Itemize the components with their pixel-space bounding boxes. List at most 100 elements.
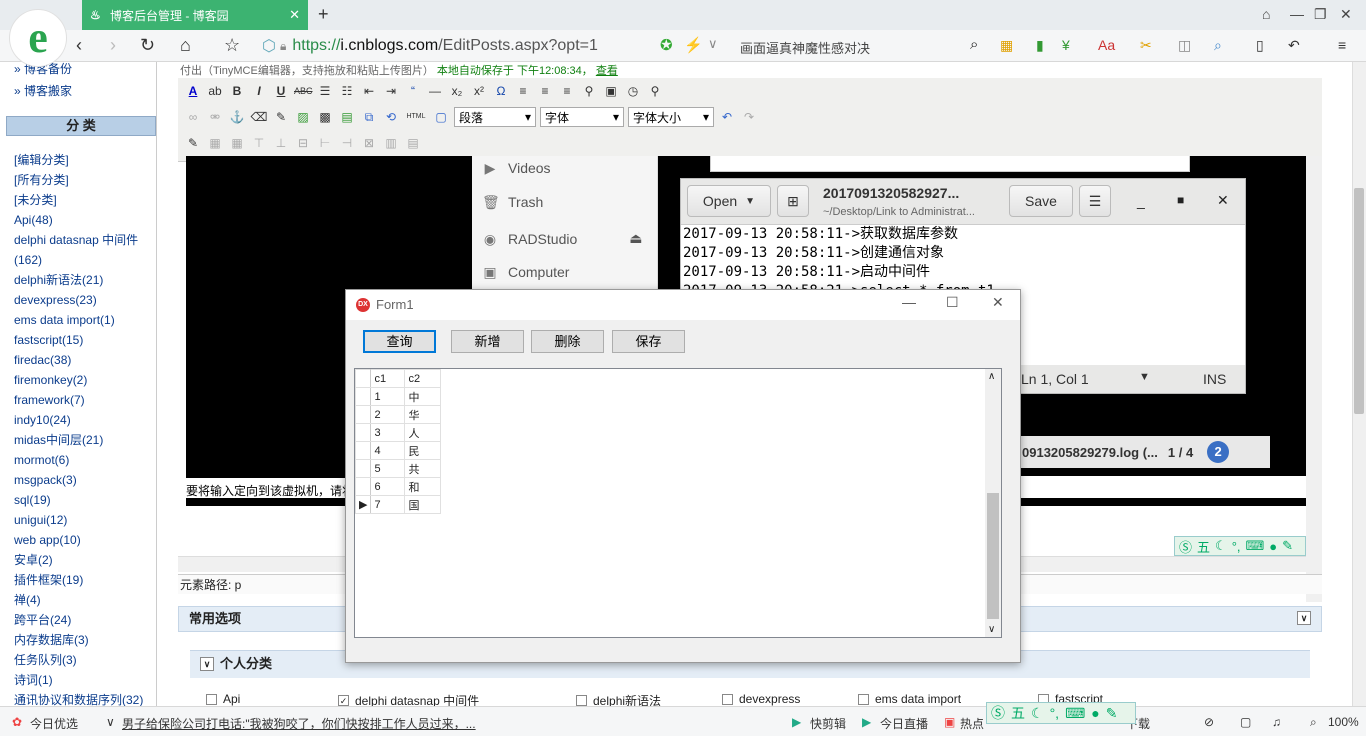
- eject-icon[interactable]: ⏏: [629, 230, 642, 247]
- delete-button[interactable]: 删除: [531, 330, 604, 353]
- bullet-list-icon[interactable]: ☰: [316, 82, 334, 100]
- grid-row[interactable]: 3人: [354, 423, 442, 442]
- apps-icon[interactable]: ▦: [1000, 37, 1013, 54]
- speed-icon[interactable]: ✪: [660, 36, 673, 54]
- edit-icon[interactable]: ✎: [184, 134, 202, 152]
- file-item-computer[interactable]: ▣ Computer: [482, 264, 569, 280]
- bookmark-star-icon[interactable]: ☆: [224, 35, 240, 56]
- table-icon[interactable]: ▦: [206, 134, 224, 152]
- grid-row[interactable]: ▶ 7 国: [354, 495, 442, 514]
- align-right-icon[interactable]: ≡: [558, 82, 576, 100]
- category-link[interactable]: 通讯协议和数据序列(32): [14, 690, 154, 706]
- log-file-tab[interactable]: 0913205829279.log (...: [1022, 445, 1158, 460]
- gedit-minimize-icon[interactable]: _: [1137, 193, 1145, 209]
- category-link[interactable]: framework(7): [14, 390, 154, 410]
- audio-icon[interactable]: ♫: [1272, 715, 1281, 729]
- gedit-maximize-icon[interactable]: ■: [1177, 193, 1184, 207]
- format-select[interactable]: 段落 ▾: [454, 107, 536, 127]
- grid-cell-c1[interactable]: 4: [370, 441, 406, 460]
- checkbox-icon[interactable]: [722, 693, 733, 705]
- cursor-position[interactable]: Ln 1, Col 1: [1021, 371, 1089, 387]
- grid-row[interactable]: 5共: [354, 459, 442, 478]
- close-window-icon[interactable]: ✕: [1340, 6, 1352, 23]
- horizontal-rule-icon[interactable]: —: [426, 82, 444, 100]
- new-tab-icon[interactable]: ⊞: [777, 185, 809, 217]
- outdent-icon[interactable]: ⇤: [360, 82, 378, 100]
- autosave-view-link[interactable]: 查看: [596, 65, 618, 77]
- col-before-icon[interactable]: ⊢: [316, 134, 334, 152]
- scroll-up-icon[interactable]: ∧: [988, 371, 995, 382]
- data-grid[interactable]: c1 c2 1 中 2 华 3 人 4 民 5 共 6 和 ▶ 7 国 ∧ ∨: [354, 368, 1002, 638]
- superscript-icon[interactable]: x²: [470, 82, 488, 100]
- home-icon[interactable]: ⌂: [180, 35, 191, 56]
- zoom-icon[interactable]: ⌕: [1310, 715, 1317, 730]
- checkbox-checked-icon[interactable]: ✓: [338, 695, 349, 706]
- grid-row[interactable]: 6和: [354, 477, 442, 496]
- table-props-icon[interactable]: ▦: [228, 134, 246, 152]
- category-link[interactable]: 任务队列(3): [14, 650, 154, 670]
- col-after-icon[interactable]: ⊣: [338, 134, 356, 152]
- unlink-icon[interactable]: ⚮: [206, 108, 224, 126]
- category-link[interactable]: sql(19): [14, 490, 154, 510]
- workspace-badge[interactable]: 2: [1207, 441, 1230, 463]
- grid-scroll-thumb[interactable]: [987, 493, 999, 619]
- category-link[interactable]: 诗词(1): [14, 670, 154, 690]
- category-link[interactable]: Api(48): [14, 210, 154, 230]
- category-link[interactable]: (162): [14, 250, 154, 270]
- tab-active[interactable]: ♨ 博客后台管理 - 博客园 ✕: [82, 0, 308, 30]
- checkbox-icon[interactable]: [576, 695, 587, 706]
- align-left-icon[interactable]: ≡: [514, 82, 532, 100]
- category-checkbox[interactable]: Api: [206, 692, 240, 706]
- clean-icon[interactable]: ⊘: [1204, 715, 1214, 729]
- grid-column-header[interactable]: c1: [370, 369, 406, 388]
- category-link[interactable]: 安卓(2): [14, 550, 154, 570]
- delete-row-icon[interactable]: ⊟: [294, 134, 312, 152]
- grid-cell-c1[interactable]: 5: [370, 459, 406, 478]
- new-tab-button[interactable]: +: [318, 4, 329, 25]
- save-record-button[interactable]: 保存: [612, 330, 685, 353]
- strikethrough-icon[interactable]: ABC: [294, 82, 313, 100]
- gamepad-icon[interactable]: ◫: [1178, 37, 1191, 54]
- minimize-icon[interactable]: —: [1290, 6, 1304, 22]
- file-item-videos[interactable]: ▶ Videos: [482, 160, 551, 176]
- grid-cell-c2[interactable]: 国: [404, 495, 442, 514]
- category-link[interactable]: 内存数据库(3): [14, 630, 154, 650]
- anchor-icon[interactable]: ⚓: [228, 108, 246, 126]
- editor-vscrollbar[interactable]: [1306, 156, 1322, 602]
- category-link[interactable]: midas中间层(21): [14, 430, 154, 450]
- highlight-icon[interactable]: ab: [206, 82, 224, 100]
- ime-toolbar[interactable]: Ⓢ 五 ☾ °, ⌨ ● ✎: [986, 702, 1136, 724]
- image-icon[interactable]: ▨: [294, 108, 312, 126]
- undo-edit-icon[interactable]: ↶: [718, 108, 736, 126]
- html-icon[interactable]: HTML: [404, 108, 428, 126]
- grid-cell-c1[interactable]: 7: [370, 495, 406, 514]
- translate-icon[interactable]: Aa: [1098, 37, 1115, 53]
- media-icon[interactable]: ▤: [338, 108, 356, 126]
- time-icon[interactable]: ◷: [624, 82, 642, 100]
- window-icon[interactable]: ▢: [1240, 715, 1251, 729]
- quick-clip[interactable]: 快剪辑: [810, 715, 846, 732]
- search-icon[interactable]: ⌕: [970, 36, 978, 53]
- delete-col-icon[interactable]: ⊠: [360, 134, 378, 152]
- grid-cell-c1[interactable]: 6: [370, 477, 406, 496]
- grid-cell-c2[interactable]: 中: [404, 387, 442, 406]
- category-link[interactable]: unigui(12): [14, 510, 154, 530]
- row-before-icon[interactable]: ⊤: [250, 134, 268, 152]
- split-cells-icon[interactable]: ▥: [382, 134, 400, 152]
- tab-close-icon[interactable]: ✕: [289, 7, 300, 23]
- grid-row[interactable]: 2华: [354, 405, 442, 424]
- paste-icon[interactable]: ▣: [602, 82, 620, 100]
- insert-code-icon[interactable]: ⟲: [382, 108, 400, 126]
- special-char-icon[interactable]: Ω: [492, 82, 510, 100]
- tab-width-dropdown-icon[interactable]: ▼: [1139, 371, 1150, 383]
- file-item-trash[interactable]: 🗑︎ Trash: [482, 194, 543, 210]
- today-live[interactable]: 今日直播: [880, 715, 928, 732]
- screenshot-icon[interactable]: ✂: [1140, 37, 1152, 54]
- hamburger-menu-icon[interactable]: ☰: [1079, 185, 1111, 217]
- phone-icon[interactable]: ▯: [1256, 37, 1264, 54]
- grid-cell-c1[interactable]: 2: [370, 405, 406, 424]
- align-center-icon[interactable]: ≡: [536, 82, 554, 100]
- category-checkbox[interactable]: devexpress: [722, 692, 800, 706]
- find-icon[interactable]: ⚲: [580, 82, 598, 100]
- category-link[interactable]: 插件框架(19): [14, 570, 154, 590]
